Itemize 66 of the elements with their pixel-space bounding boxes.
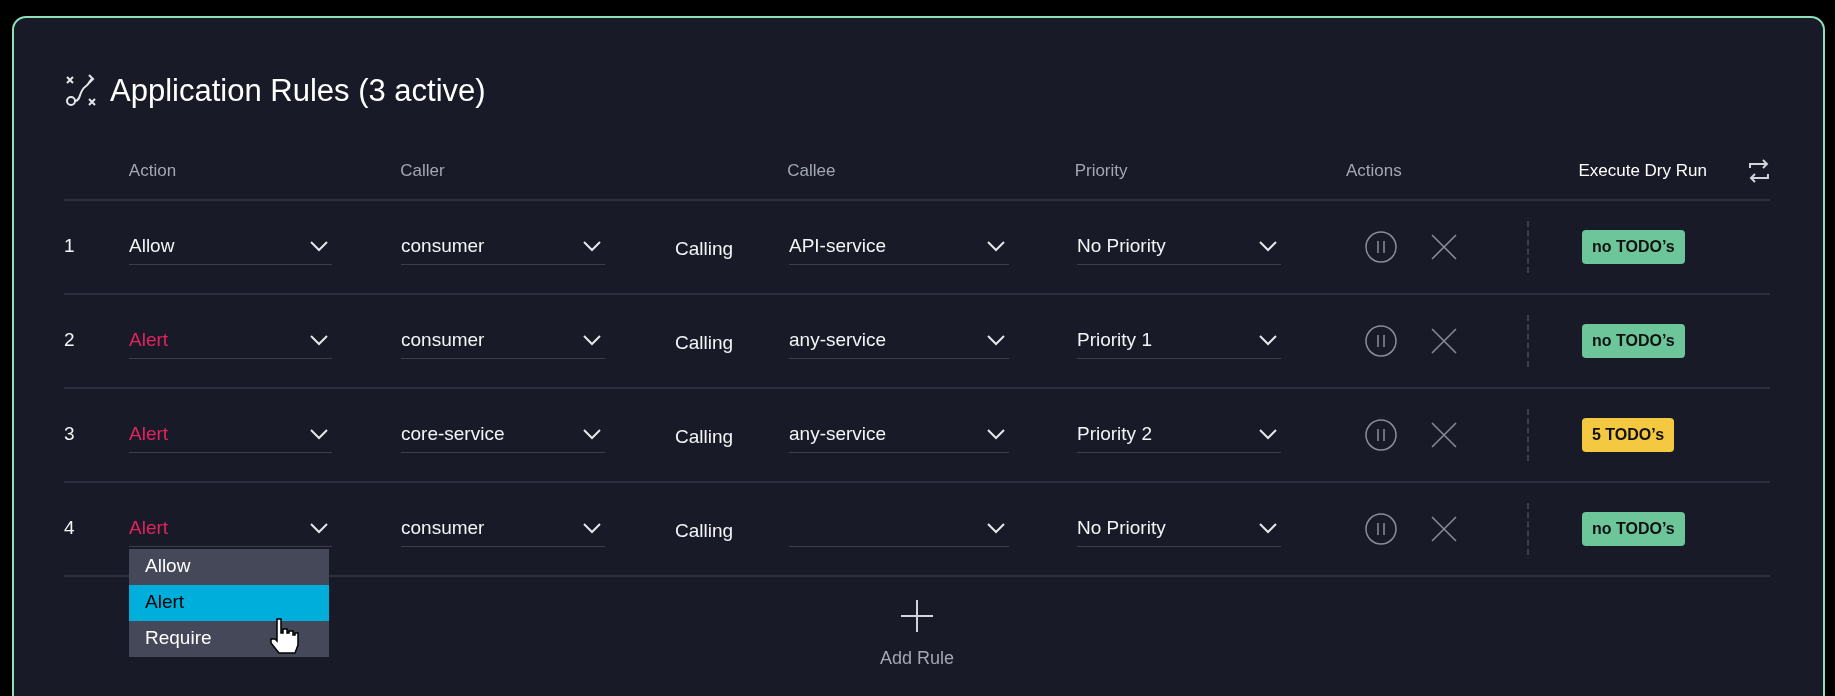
status-badge: no TODO’s [1582, 229, 1685, 264]
dropdown-select[interactable]: API-service [789, 228, 1009, 265]
pause-icon[interactable] [1365, 418, 1397, 451]
dropdown-select[interactable]: any-service [789, 416, 1009, 453]
status-badge: no TODO’s [1582, 323, 1685, 358]
chevron-icon [583, 240, 601, 252]
chevron-icon [583, 334, 601, 346]
dropdown-select[interactable]: any-service [789, 322, 1009, 359]
chevron-icon [583, 522, 601, 534]
row-number: 4 [64, 516, 76, 541]
dropdown-select[interactable]: core-service [401, 416, 605, 453]
relation-label: Calling [675, 331, 735, 356]
row-number: 1 [64, 234, 76, 259]
dropdown-select[interactable]: Priority 1 [1077, 322, 1281, 359]
dropdown-select[interactable]: No Priority [1077, 510, 1281, 547]
row-number: 2 [64, 328, 76, 353]
chevron-icon [1259, 240, 1277, 252]
menu-item[interactable]: Require [129, 620, 329, 657]
chevron-icon [987, 240, 1005, 252]
status-badge: 5 TODO’s [1582, 417, 1675, 452]
menu-item[interactable]: Allow [129, 548, 329, 585]
chevron-icon [987, 428, 1005, 440]
chevron-icon [310, 428, 328, 440]
dropdown-select[interactable]: Allow [129, 228, 332, 265]
column-header: Priority [1074, 159, 1129, 182]
relation-label: Calling [675, 519, 735, 544]
pause-icon[interactable] [1365, 324, 1397, 357]
pause-icon[interactable] [1365, 230, 1397, 263]
column-header: Action [128, 159, 178, 182]
chevron-icon [310, 240, 328, 252]
column-header: Caller [400, 159, 446, 182]
pause-icon[interactable] [1365, 512, 1397, 545]
dropdown-select[interactable]: consumer [401, 510, 605, 547]
row-number: 3 [64, 422, 76, 447]
chevron-icon [1259, 522, 1277, 534]
dropdown-select[interactable]: consumer [401, 322, 605, 359]
card-title: Application Rules (3 active) [110, 72, 486, 110]
swap-icon[interactable] [1748, 157, 1770, 184]
close-icon[interactable] [1431, 233, 1457, 260]
add-rule-label[interactable]: Add Rule [879, 644, 955, 672]
status-badge: no TODO’s [1582, 511, 1685, 546]
relation-label: Calling [675, 425, 735, 450]
chevron-icon [310, 334, 328, 346]
pointer-cursor-icon [269, 616, 301, 655]
relation-label: Calling [675, 237, 735, 262]
chevron-icon [1259, 334, 1277, 346]
close-icon[interactable] [1431, 327, 1457, 354]
chevron-icon [987, 522, 1005, 534]
column-header: Callee [787, 159, 837, 182]
column-header: Actions [1346, 159, 1403, 182]
close-icon[interactable] [1431, 421, 1457, 448]
dropdown-select[interactable]: No Priority [1077, 228, 1281, 265]
dropdown-select[interactable]: consumer [401, 228, 605, 265]
chevron-icon [987, 334, 1005, 346]
chevron-icon [583, 428, 601, 440]
column-header: Execute Dry Run [1578, 159, 1708, 182]
menu-item[interactable]: Alert [129, 584, 329, 621]
dropdown-select[interactable]: Alert [129, 322, 332, 359]
close-icon[interactable] [1431, 515, 1457, 542]
chevron-icon [310, 522, 328, 534]
dropdown-select[interactable]: Alert [129, 416, 332, 453]
dropdown-select[interactable]: Alert [129, 510, 332, 547]
dropdown-select[interactable]: Priority 2 [1077, 416, 1281, 453]
chevron-icon [1259, 428, 1277, 440]
route-icon [64, 74, 98, 109]
add-icon[interactable] [900, 598, 934, 633]
